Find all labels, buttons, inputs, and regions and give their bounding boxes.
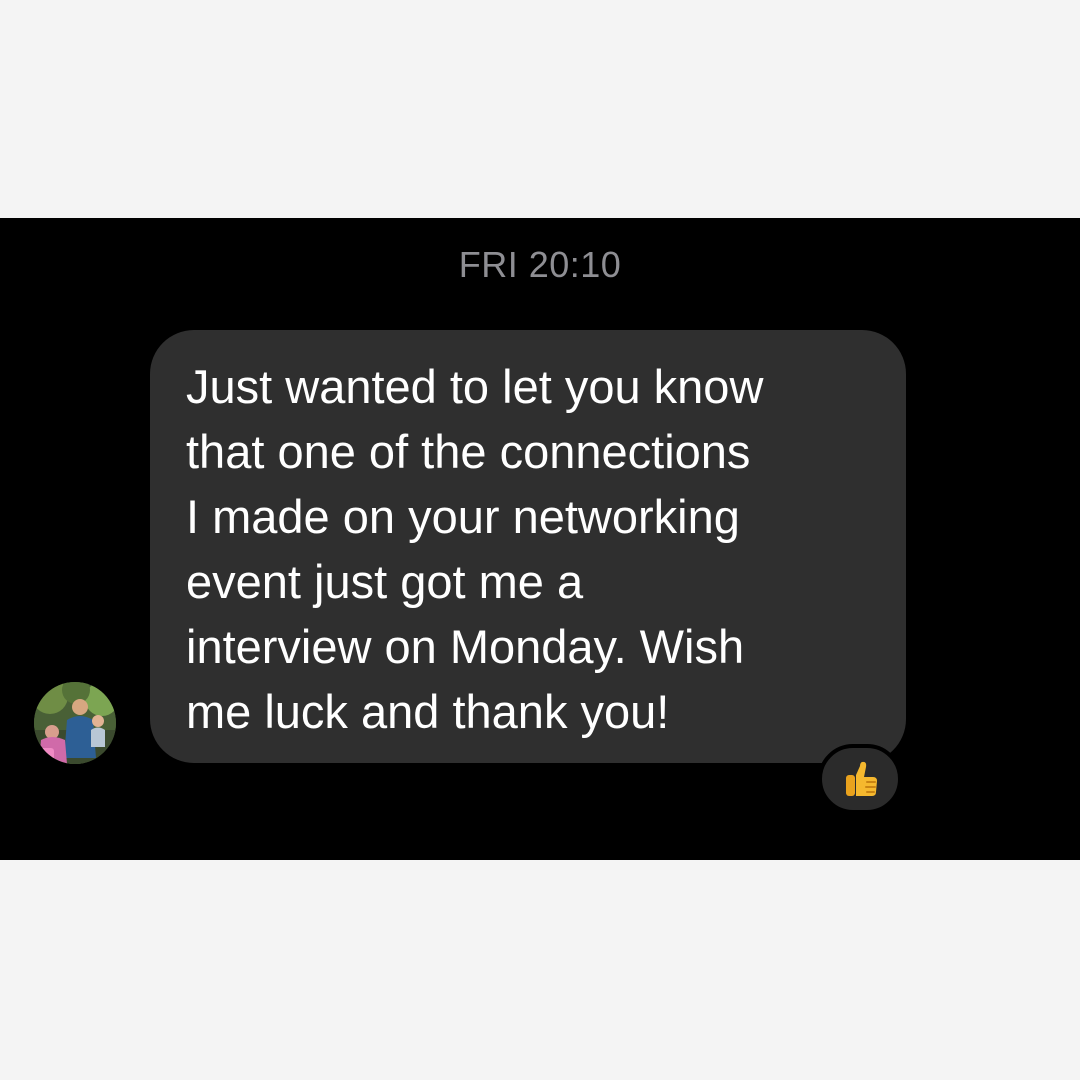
reaction-badge[interactable]	[818, 744, 902, 814]
message-line: I made on your networking	[186, 490, 740, 543]
sender-avatar[interactable]	[34, 682, 116, 764]
thumbs-up-icon	[846, 761, 877, 796]
message-line: me luck and thank you!	[186, 685, 670, 738]
message-timestamp: FRI 20:10	[458, 244, 622, 285]
message-bubble[interactable]: Just wanted to let you know that one of …	[150, 330, 906, 763]
message-line: that one of the connections	[186, 425, 751, 478]
chat-panel: FRI 20:10 Just wanted to let you know th…	[0, 218, 1080, 860]
message-line: event just got me a	[186, 555, 584, 608]
message-line: interview on Monday. Wish	[186, 620, 745, 673]
message-line: Just wanted to let you know	[186, 360, 764, 413]
avatar-photo-icon	[34, 682, 116, 764]
